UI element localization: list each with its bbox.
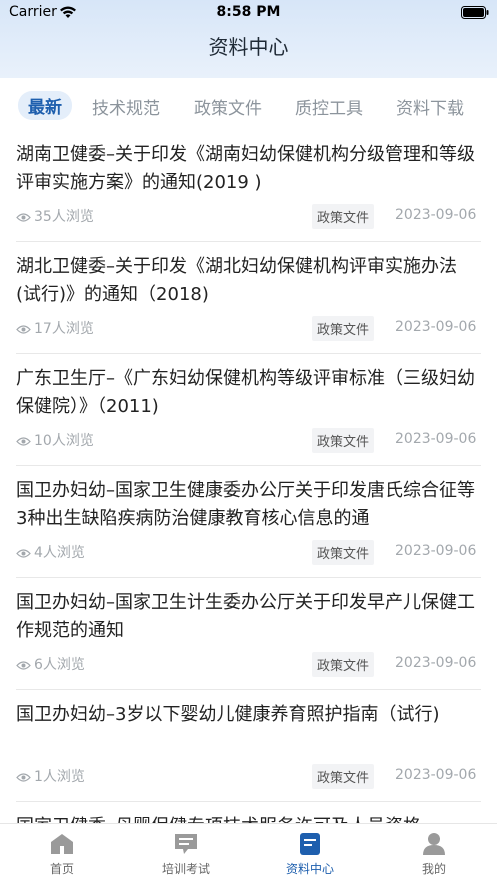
publish-date: 2023-09-06 xyxy=(395,655,477,671)
view-count: 1人浏览 xyxy=(16,766,85,786)
tabbar-home[interactable]: 首页 xyxy=(12,832,112,877)
tab-downloads[interactable]: 资料下载 xyxy=(396,94,464,119)
divider xyxy=(16,465,481,466)
status-bar: Carrier 8:58 PM xyxy=(0,0,497,26)
bottom-tab-bar: 首页 培训考试 资料中心 我的 xyxy=(0,823,497,883)
category-badge: 政策文件 xyxy=(312,428,375,453)
eye-icon xyxy=(16,325,31,334)
item-title: 国卫办妇幼–国家卫生健康委办公厅关于印发唐氏综合征等3种出生缺陷疾病防治健康教育… xyxy=(16,480,475,529)
list-item[interactable]: 国卫办妇幼–国家卫生计生委办公厅关于印发早产儿保健工作规范的通知 6人浏览 政策… xyxy=(0,581,497,693)
home-icon xyxy=(51,834,73,854)
category-tabs: 最新 技术规范 政策文件 质控工具 资料下载 xyxy=(0,78,497,133)
eye-icon xyxy=(16,437,31,446)
tabbar-label: 资料中心 xyxy=(285,862,334,876)
battery-icon xyxy=(461,6,489,23)
tabbar-label: 培训考试 xyxy=(161,862,210,876)
divider xyxy=(16,577,481,578)
publish-date: 2023-09-06 xyxy=(395,431,477,447)
document-icon xyxy=(300,833,320,855)
item-title: 湖南卫健委–关于印发《湖南妇幼保健机构分级管理和等级评审实施方案》的通知(201… xyxy=(16,144,475,193)
publish-date: 2023-09-06 xyxy=(395,207,477,223)
view-count: 4人浏览 xyxy=(16,542,85,562)
item-title: 国家卫健委–母婴保健专项技术服务许可及人员资格 xyxy=(16,813,481,823)
eye-icon xyxy=(16,213,31,222)
tabbar-label: 我的 xyxy=(421,862,446,876)
list-item[interactable]: 国卫办妇幼–国家卫生健康委办公厅关于印发唐氏综合征等3种出生缺陷疾病防治健康教育… xyxy=(0,469,497,581)
publish-date: 2023-09-06 xyxy=(395,319,477,335)
publish-date: 2023-09-06 xyxy=(395,543,477,559)
view-count: 6人浏览 xyxy=(16,654,85,674)
view-count: 17人浏览 xyxy=(16,318,94,338)
tab-latest[interactable]: 最新 xyxy=(18,91,72,120)
tabbar-training[interactable]: 培训考试 xyxy=(136,832,236,877)
chat-icon xyxy=(175,834,197,854)
list-item[interactable]: 湖南卫健委–关于印发《湖南妇幼保健机构分级管理和等级评审实施方案》的通知(201… xyxy=(0,133,497,245)
divider xyxy=(16,241,481,242)
category-badge: 政策文件 xyxy=(312,204,375,229)
view-count: 35人浏览 xyxy=(16,206,94,226)
category-badge: 政策文件 xyxy=(312,316,375,341)
tab-technical-specs[interactable]: 技术规范 xyxy=(92,94,160,119)
divider xyxy=(16,353,481,354)
list-item[interactable]: 湖北卫健委–关于印发《湖北妇幼保健机构评审实施办法(试行)》的通知（2018) … xyxy=(0,245,497,357)
tabbar-resources[interactable]: 资料中心 xyxy=(260,832,360,877)
item-title: 湖北卫健委–关于印发《湖北妇幼保健机构评审实施办法(试行)》的通知（2018) xyxy=(16,256,457,305)
eye-icon xyxy=(16,773,31,782)
eye-icon xyxy=(16,549,31,558)
tab-qc-tools[interactable]: 质控工具 xyxy=(295,94,363,119)
publish-date: 2023-09-06 xyxy=(395,767,477,783)
divider xyxy=(16,801,481,802)
category-badge: 政策文件 xyxy=(312,764,375,789)
eye-icon xyxy=(16,661,31,670)
category-badge: 政策文件 xyxy=(312,540,375,565)
tab-policy-docs[interactable]: 政策文件 xyxy=(194,94,262,119)
header: Carrier 8:58 PM 资料中心 xyxy=(0,0,497,78)
page-title: 资料中心 xyxy=(208,35,289,59)
view-count: 10人浏览 xyxy=(16,430,94,450)
category-badge: 政策文件 xyxy=(312,652,375,677)
clock: 8:58 PM xyxy=(216,4,281,20)
list-item[interactable]: 广东卫生厅–《广东妇幼保健机构等级评审标准（三级妇幼保健院）》（2011) 10… xyxy=(0,357,497,469)
user-icon xyxy=(423,833,445,855)
item-title: 广东卫生厅–《广东妇幼保健机构等级评审标准（三级妇幼保健院）》（2011) xyxy=(16,368,475,417)
item-title: 国卫办妇幼–国家卫生计生委办公厅关于印发早产儿保健工作规范的通知 xyxy=(16,592,475,641)
list-item[interactable]: 国家卫健委–母婴保健专项技术服务许可及人员资格 xyxy=(0,805,497,823)
item-title: 国卫办妇幼–3岁以下婴幼儿健康养育照护指南（试行) xyxy=(16,704,440,725)
tabbar-label: 首页 xyxy=(49,862,74,876)
tabbar-mine[interactable]: 我的 xyxy=(384,832,484,877)
divider xyxy=(16,689,481,690)
list-item[interactable]: 国卫办妇幼–3岁以下婴幼儿健康养育照护指南（试行) 1人浏览 政策文件 2023… xyxy=(0,693,497,805)
